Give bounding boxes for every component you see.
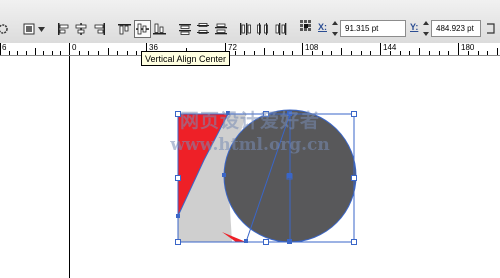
x-label: X:	[318, 22, 327, 32]
x-spinner[interactable]	[331, 21, 340, 36]
bounding-box-handle	[175, 239, 181, 245]
anchor-point	[287, 239, 292, 244]
vertical-align-top-button[interactable]	[117, 20, 132, 38]
ruler-label: 180	[461, 43, 475, 52]
opacity-dropdown-icon[interactable]	[37, 20, 46, 38]
distribute-vertical-center-button[interactable]	[196, 20, 210, 38]
ref-point-dot[interactable]	[300, 24, 303, 27]
recolor-artwork-icon[interactable]	[0, 20, 10, 38]
anchor-point	[222, 173, 226, 177]
bounding-box-handle	[263, 239, 269, 245]
anchor-point	[287, 111, 292, 116]
distribute-top-button[interactable]	[178, 20, 192, 38]
spin-up-icon[interactable]	[423, 21, 429, 25]
ruler-label: 144	[383, 43, 397, 52]
horizontal-ruler[interactable]: 6 0 36 72 108 144 180	[0, 43, 500, 56]
tooltip: Vertical Align Center	[141, 51, 231, 66]
spin-down-icon[interactable]	[423, 32, 429, 36]
distribute-left-button[interactable]	[238, 20, 252, 38]
spin-up-icon[interactable]	[332, 21, 338, 25]
anchor-point	[226, 111, 230, 115]
bounding-box-handle	[175, 175, 181, 181]
ref-point-dot[interactable]	[300, 20, 303, 23]
vertical-align-center-button[interactable]	[134, 20, 151, 38]
horizontal-align-right-button[interactable]	[92, 20, 106, 38]
y-coordinate-field[interactable]: 484.923 pt	[431, 20, 481, 37]
bounding-box-handle	[351, 239, 357, 245]
ref-point-dot[interactable]	[308, 20, 311, 23]
artboard-canvas[interactable]: 网页设计爱好者 www.html.org.cn	[0, 56, 500, 278]
distribute-right-button[interactable]	[274, 20, 288, 38]
ref-point-dot[interactable]	[300, 28, 303, 31]
bounding-box-handle	[263, 111, 269, 117]
distribute-horizontal-center-button[interactable]	[256, 20, 270, 38]
ref-point-dot[interactable]	[308, 24, 311, 27]
opacity-swatch-icon[interactable]	[22, 20, 36, 38]
control-toolbar: X: 91.315 pt Y: 484.923 pt	[0, 0, 500, 44]
anchor-point	[244, 239, 248, 243]
x-coordinate-field[interactable]: 91.315 pt	[340, 20, 406, 37]
distribute-bottom-button[interactable]	[214, 20, 228, 38]
ref-point-dot[interactable]	[308, 28, 311, 31]
ruler-label: 0	[72, 43, 77, 52]
ref-point-dot[interactable]	[304, 28, 307, 31]
ref-point-dot[interactable]	[304, 20, 307, 23]
width-link-icon[interactable]	[484, 20, 498, 37]
horizontal-align-center-button[interactable]	[74, 20, 88, 38]
reference-point-locator[interactable]	[300, 20, 312, 32]
y-label: Y:	[410, 22, 419, 32]
spin-down-icon[interactable]	[332, 32, 338, 36]
ruler-label: 108	[305, 43, 319, 52]
ruler-label: 6	[2, 43, 7, 52]
horizontal-align-left-button[interactable]	[57, 20, 71, 38]
bounding-box-handle	[175, 111, 181, 117]
anchor-point	[176, 214, 180, 218]
artwork[interactable]	[0, 56, 500, 278]
y-spinner[interactable]	[422, 21, 431, 36]
bounding-box-handle	[351, 175, 357, 181]
bounding-box-handle	[351, 111, 357, 117]
vertical-align-bottom-button[interactable]	[152, 20, 167, 38]
